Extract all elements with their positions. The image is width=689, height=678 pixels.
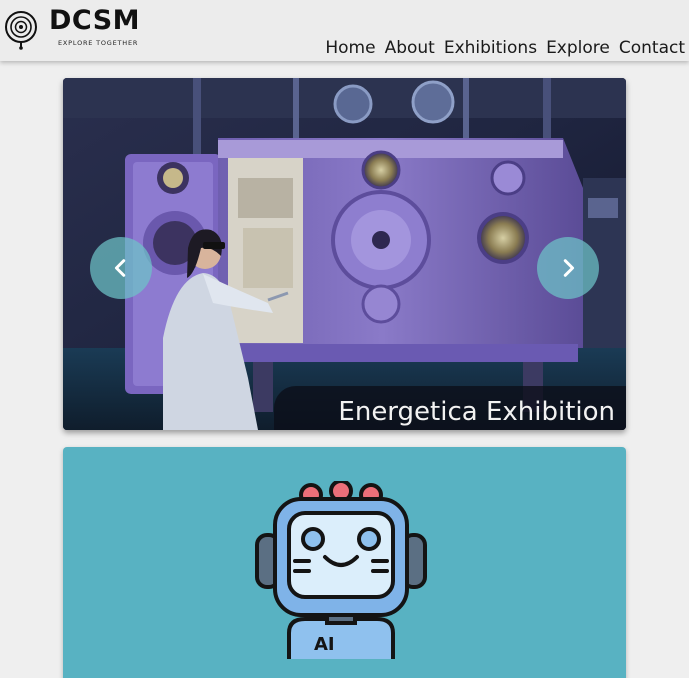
chevron-right-icon xyxy=(563,259,575,277)
carousel-prev-button[interactable] xyxy=(90,237,152,299)
exhibition-carousel: Energetica Exhibition xyxy=(63,78,626,430)
site-header: DCSM EXPLORE TOGETHER Home About Exhibit… xyxy=(0,0,689,61)
nav-exhibitions[interactable]: Exhibitions xyxy=(444,38,537,58)
orbit-logo-icon xyxy=(5,11,37,50)
nav-about[interactable]: About xyxy=(385,38,435,58)
nav-contact[interactable]: Contact xyxy=(619,38,685,58)
ai-robot-icon: AI xyxy=(255,481,427,659)
logo[interactable]: DCSM EXPLORE TOGETHER xyxy=(3,4,143,52)
feature-card[interactable]: AI xyxy=(63,447,626,678)
main-nav: Home About Exhibitions Explore Contact xyxy=(325,38,685,58)
ai-label: AI xyxy=(314,634,335,655)
brand-tagline: EXPLORE TOGETHER xyxy=(58,39,139,47)
brand-name: DCSM xyxy=(49,5,141,36)
chevron-left-icon xyxy=(114,259,126,277)
nav-explore[interactable]: Explore xyxy=(546,38,610,58)
carousel-next-button[interactable] xyxy=(537,237,599,299)
carousel-caption[interactable]: Energetica Exhibition xyxy=(338,397,615,427)
nav-home[interactable]: Home xyxy=(325,38,375,58)
